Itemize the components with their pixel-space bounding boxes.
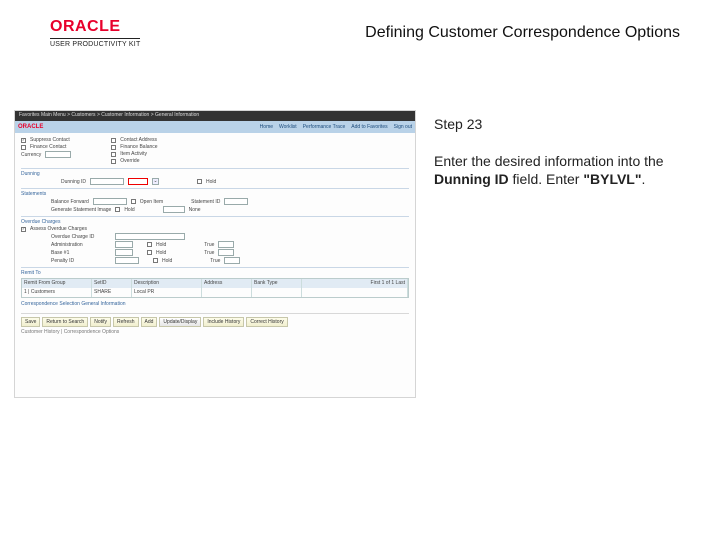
section-remit: Remit To	[21, 267, 409, 276]
save-button[interactable]: Save	[21, 317, 40, 327]
dunning-id-label: Dunning ID	[61, 179, 86, 185]
app-screenshot: Favorites Main Menu > Customers > Custom…	[14, 110, 416, 398]
breadcrumb: Favorites Main Menu > Customers > Custom…	[15, 111, 415, 121]
logo-subtext: USER PRODUCTIVITY KIT	[50, 38, 140, 48]
checkbox[interactable]	[21, 138, 26, 143]
text-input[interactable]	[218, 241, 234, 248]
select-input[interactable]	[93, 198, 127, 205]
checkbox-row: Suppress Contact	[21, 137, 71, 143]
checkbox-row: Finance Contact	[21, 144, 71, 150]
remit-table: Remit From Group SetID Description Addre…	[21, 278, 409, 298]
nav-link[interactable]: Sign out	[394, 124, 412, 130]
text-input[interactable]	[115, 241, 133, 248]
text-input[interactable]	[218, 249, 234, 256]
return-button[interactable]: Return to Search	[42, 317, 88, 327]
checkbox[interactable]	[131, 199, 136, 204]
nav-link[interactable]: Add to Favorites	[351, 124, 387, 130]
global-nav: ORACLE Home Worklist Performance Trace A…	[15, 121, 415, 133]
footer-links[interactable]: Customer History | Correspondence Option…	[21, 329, 409, 335]
section-overdue: Overdue Charges	[21, 216, 409, 225]
update-display-button[interactable]: Update/Display	[159, 317, 201, 327]
include-history-button[interactable]: Include History	[203, 317, 244, 327]
app-brand: ORACLE	[18, 124, 43, 130]
section-statements: Statements	[21, 188, 409, 197]
notify-button[interactable]: Notify	[90, 317, 111, 327]
correct-history-button[interactable]: Correct History	[246, 317, 287, 327]
refresh-button[interactable]: Refresh	[113, 317, 139, 327]
dunning-id-select[interactable]	[90, 178, 124, 185]
checkbox[interactable]	[111, 138, 116, 143]
text-input[interactable]	[163, 206, 185, 213]
text-input[interactable]	[224, 257, 240, 264]
button-bar: Save Return to Search Notify Refresh Add…	[21, 313, 409, 327]
checkbox[interactable]	[197, 179, 202, 184]
oracle-logo: ORACLE USER PRODUCTIVITY KIT	[50, 18, 140, 48]
select-input[interactable]	[115, 233, 185, 240]
checkbox[interactable]	[111, 152, 116, 157]
text-input[interactable]	[115, 257, 139, 264]
logo-text: ORACLE	[50, 18, 140, 36]
dunning-id-field[interactable]	[128, 178, 148, 185]
text-input[interactable]	[224, 198, 248, 205]
section-dunning: Dunning	[21, 168, 409, 177]
nav-link[interactable]: Performance Trace	[303, 124, 346, 130]
checkbox[interactable]	[21, 145, 26, 150]
checkbox[interactable]	[111, 145, 116, 150]
currency-row: Currency	[21, 151, 71, 158]
step-label: Step 23	[434, 116, 694, 132]
text-input[interactable]	[115, 249, 133, 256]
link-row[interactable]: Correspondence Selection General Informa…	[21, 301, 409, 307]
currency-input[interactable]	[45, 151, 71, 158]
lookup-icon[interactable]: ⌄	[152, 178, 159, 185]
nav-link[interactable]: Home	[260, 124, 273, 130]
checkbox[interactable]	[111, 159, 116, 164]
checkbox[interactable]	[115, 207, 120, 212]
checkbox[interactable]	[21, 227, 26, 232]
page-title: Defining Customer Correspondence Options	[365, 24, 680, 42]
instruction-text: Enter the desired information into the D…	[434, 152, 694, 188]
add-button[interactable]: Add	[141, 317, 158, 327]
nav-link[interactable]: Worklist	[279, 124, 297, 130]
